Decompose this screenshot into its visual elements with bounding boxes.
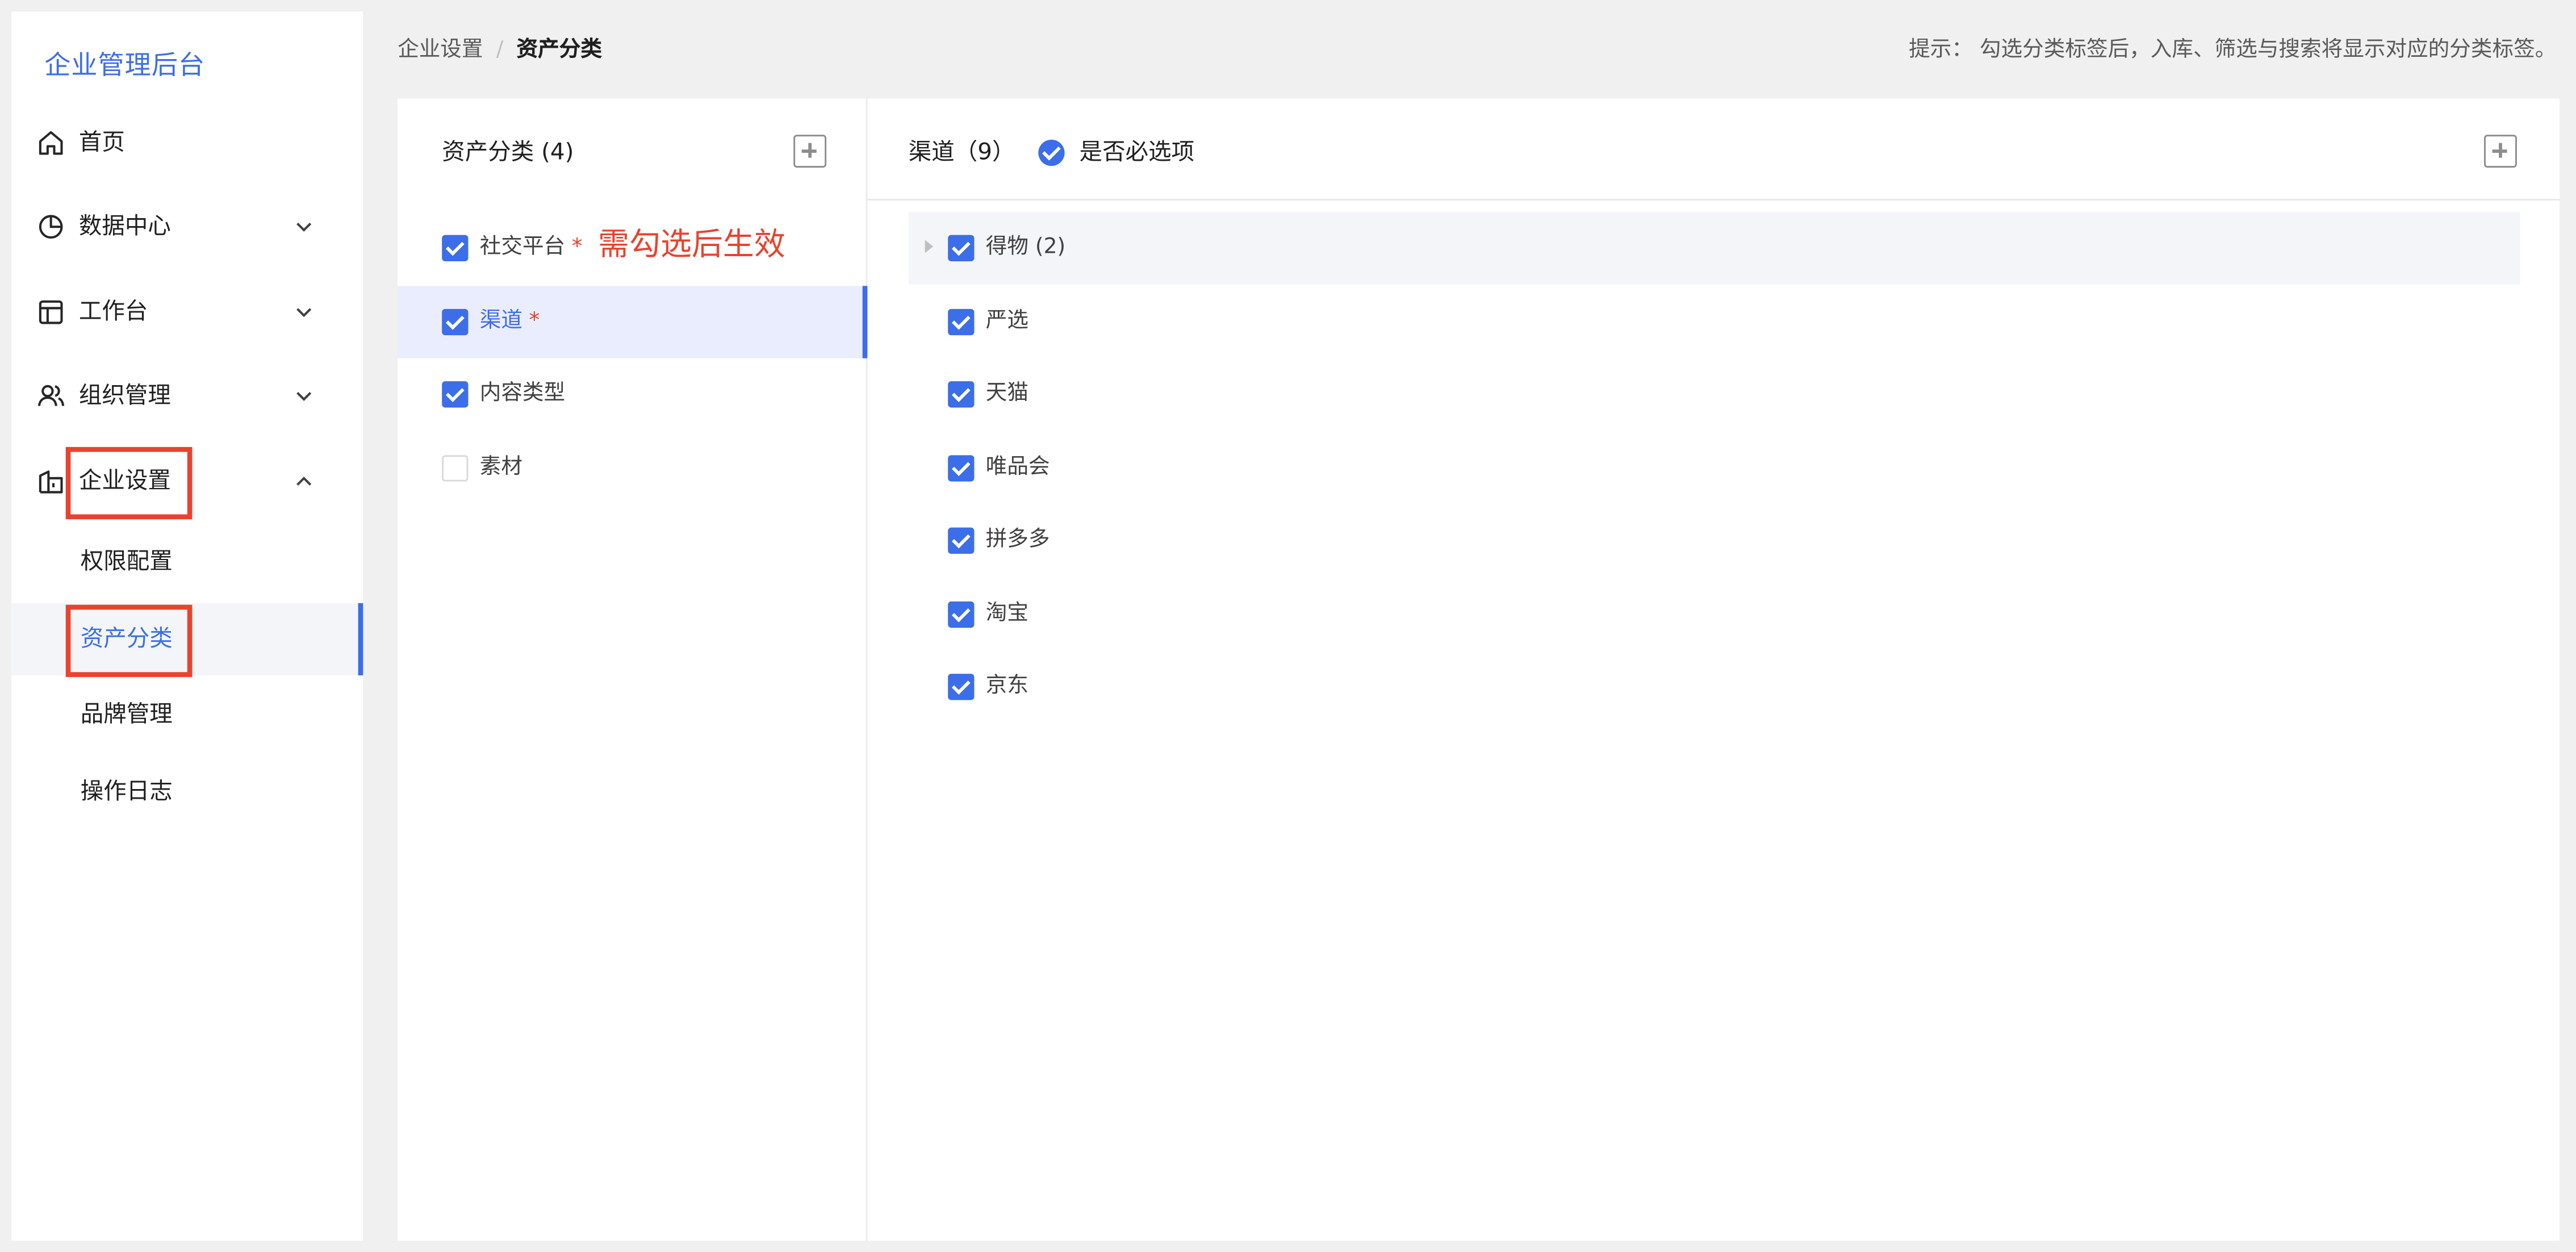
sub-item-operation-log[interactable]: 操作日志 bbox=[11, 756, 363, 828]
channel-tag-panel: 渠道（9） 是否必选项 得物 (2) 严选 天猫 唯品会 拼多多 淘宝 京东 bbox=[867, 99, 2560, 1241]
chevron-down-icon bbox=[294, 302, 314, 322]
category-checkbox-material[interactable] bbox=[442, 455, 469, 482]
category-row-channel[interactable]: 渠道 * bbox=[398, 286, 868, 358]
tree-checkbox-tmall[interactable] bbox=[948, 381, 975, 408]
tree-label-yanxuan: 严选 bbox=[985, 308, 1029, 334]
required-mark: * bbox=[571, 235, 583, 260]
caret-right-icon[interactable] bbox=[925, 240, 934, 253]
category-row-content-type[interactable]: 内容类型 bbox=[398, 358, 865, 431]
sub-label-operation-log: 操作日志 bbox=[80, 779, 173, 806]
nav-label-workbench: 工作台 bbox=[78, 299, 148, 325]
tree-label-jd: 京东 bbox=[985, 674, 1029, 699]
nav-label-org-management: 组织管理 bbox=[78, 383, 171, 410]
tree-checkbox-pinduoduo[interactable] bbox=[948, 527, 975, 554]
tree-label-tmall: 天猫 bbox=[985, 381, 1029, 406]
tree-label-pinduoduo: 拼多多 bbox=[985, 527, 1050, 553]
nav-item-org-management[interactable]: 组织管理 bbox=[11, 363, 363, 429]
layout-icon bbox=[36, 298, 66, 327]
tree-label-vip: 唯品会 bbox=[985, 455, 1050, 480]
nav-label-enterprise-settings: 企业设置 bbox=[78, 468, 171, 495]
required-toggle-label[interactable]: 是否必选项 bbox=[1080, 136, 1195, 169]
tree-node-dewu[interactable]: 得物 (2) bbox=[908, 212, 2520, 285]
category-label-social-platform: 社交平台 * bbox=[479, 235, 583, 260]
breadcrumb-separator: / bbox=[496, 37, 504, 62]
channel-panel-header: 渠道（9） 是否必选项 bbox=[867, 99, 2560, 201]
breadcrumb-current: 资产分类 bbox=[516, 37, 603, 62]
tree-checkbox-jd[interactable] bbox=[948, 674, 975, 700]
nav-label-data-center: 数据中心 bbox=[78, 214, 171, 240]
category-label-content-type: 内容类型 bbox=[479, 381, 566, 406]
category-list-panel: 资产分类 (4) 社交平台 * 需勾选后生效 渠道 * 内容类型 素材 bbox=[398, 98, 868, 1241]
breadcrumb: 企业设置 / 资产分类 bbox=[398, 35, 602, 68]
nav-item-workbench[interactable]: 工作台 bbox=[11, 279, 363, 345]
category-row-material[interactable]: 素材 bbox=[398, 432, 865, 504]
tree-node-jd[interactable]: 京东 bbox=[909, 651, 2520, 723]
required-toggle-check-icon[interactable] bbox=[1038, 139, 1065, 166]
tree-checkbox-yanxuan[interactable] bbox=[948, 308, 975, 336]
sub-item-permission-config[interactable]: 权限配置 bbox=[11, 526, 363, 598]
nav-label-home: 首页 bbox=[78, 130, 125, 156]
sub-label-permission-config: 权限配置 bbox=[80, 549, 173, 575]
app-stage: 企业管理后台 首页 数据中心 工作台 组织管理 企业设置 权限配置 资产分类 品… bbox=[0, 0, 2576, 1252]
sidebar: 企业管理后台 首页 数据中心 工作台 组织管理 企业设置 权限配置 资产分类 品… bbox=[11, 11, 363, 1241]
category-list-title: 资产分类 (4) bbox=[442, 139, 574, 166]
tree-node-tmall[interactable]: 天猫 bbox=[909, 358, 2520, 431]
add-category-button[interactable] bbox=[793, 135, 827, 168]
nav-item-enterprise-settings[interactable]: 企业设置 bbox=[11, 449, 363, 515]
sub-label-brand-management: 品牌管理 bbox=[80, 702, 173, 728]
chevron-down-icon bbox=[294, 386, 314, 406]
tree-node-vip[interactable]: 唯品会 bbox=[909, 432, 2520, 504]
category-checkbox-social-platform[interactable] bbox=[442, 235, 469, 261]
building-icon bbox=[36, 467, 66, 496]
home-icon bbox=[36, 128, 66, 158]
breadcrumb-parent[interactable]: 企业设置 bbox=[398, 38, 483, 62]
nav-item-home[interactable]: 首页 bbox=[11, 110, 363, 176]
channel-panel-title: 渠道（9） bbox=[908, 139, 1015, 166]
tree-node-yanxuan[interactable]: 严选 bbox=[909, 286, 2520, 358]
sub-item-asset-category[interactable]: 资产分类 bbox=[11, 603, 363, 675]
main-panel: 资产分类 (4) 社交平台 * 需勾选后生效 渠道 * 内容类型 素材 渠道（9… bbox=[398, 98, 2560, 1241]
app-brand-title: 企业管理后台 bbox=[44, 49, 206, 81]
tree-node-taobao[interactable]: 淘宝 bbox=[909, 578, 2520, 650]
category-checkbox-channel[interactable] bbox=[442, 308, 469, 336]
annotation-text: 需勾选后生效 bbox=[598, 227, 785, 263]
tree-checkbox-vip[interactable] bbox=[948, 455, 975, 482]
category-label-channel: 渠道 * bbox=[479, 308, 540, 334]
required-mark: * bbox=[529, 308, 540, 334]
users-icon bbox=[36, 381, 66, 411]
hint-text: 提示： 勾选分类标签后，入库、筛选与搜索将显示对应的分类标签。 bbox=[1909, 37, 2557, 62]
tree-node-pinduoduo[interactable]: 拼多多 bbox=[909, 504, 2520, 577]
nav-item-data-center[interactable]: 数据中心 bbox=[11, 194, 363, 260]
category-label-material: 素材 bbox=[479, 455, 522, 480]
pie-chart-icon bbox=[36, 212, 66, 241]
add-channel-button[interactable] bbox=[2484, 135, 2517, 168]
tree-label-taobao: 淘宝 bbox=[985, 601, 1029, 627]
tree-label-dewu: 得物 (2) bbox=[985, 235, 1066, 260]
category-checkbox-content-type[interactable] bbox=[442, 381, 469, 408]
chevron-down-icon bbox=[294, 217, 314, 237]
tree-checkbox-dewu[interactable] bbox=[948, 235, 975, 261]
sub-label-asset-category: 资产分类 bbox=[80, 626, 173, 653]
sub-item-brand-management[interactable]: 品牌管理 bbox=[11, 679, 363, 751]
chevron-up-icon bbox=[294, 471, 314, 491]
tree-checkbox-taobao[interactable] bbox=[948, 601, 975, 628]
